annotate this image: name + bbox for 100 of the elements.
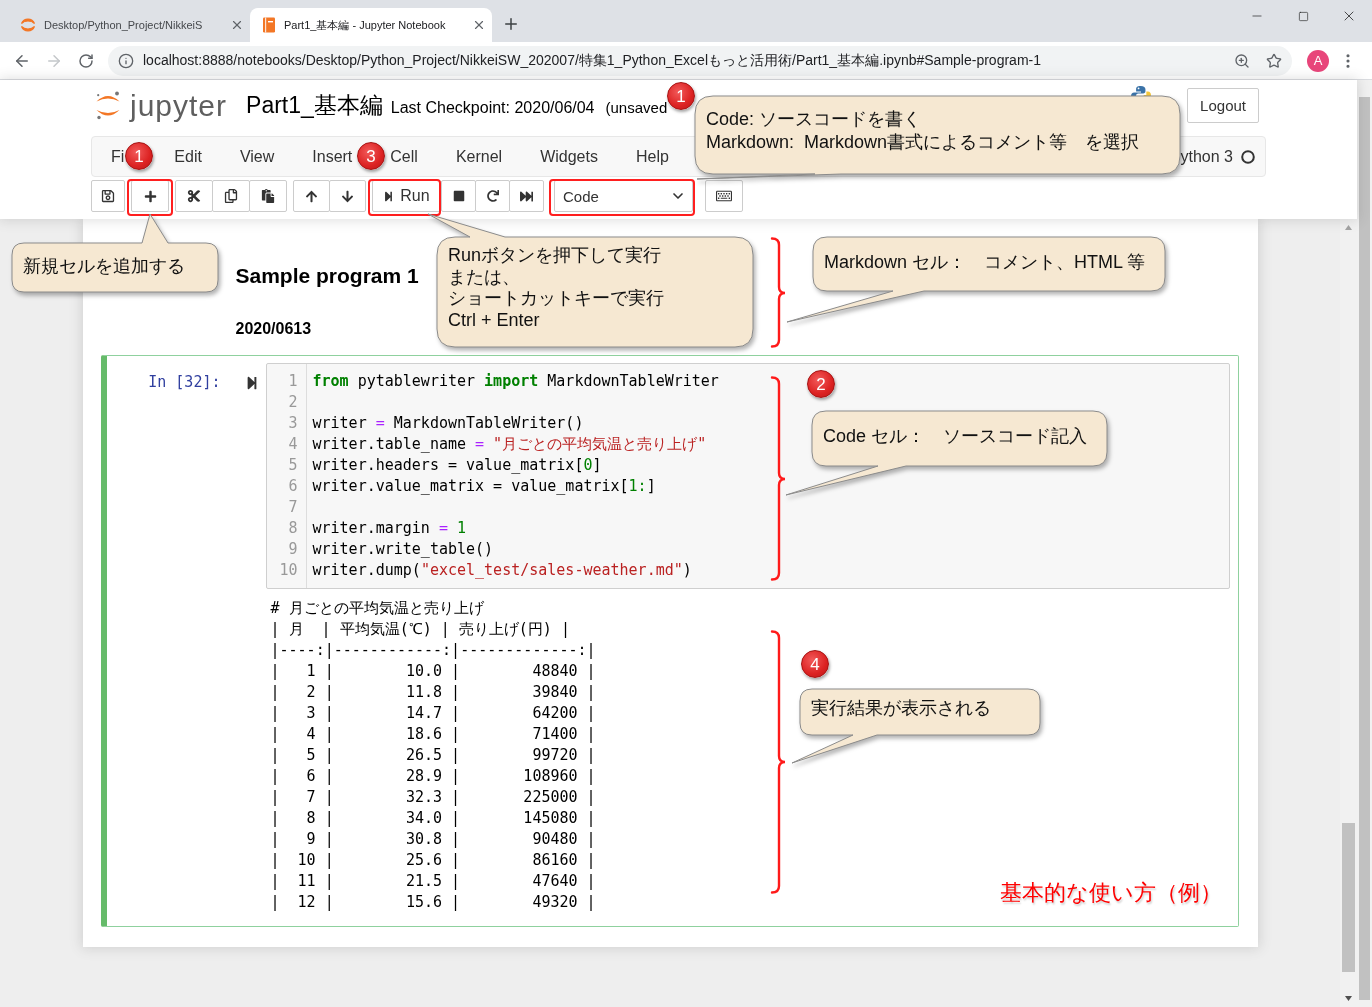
keyboard-button[interactable] — [705, 180, 743, 212]
caption-text: 基本的な使い方（例） — [1000, 879, 1222, 907]
new-tab-icon[interactable] — [502, 15, 520, 33]
maximize-icon[interactable] — [1297, 10, 1309, 22]
logo-icon — [95, 90, 121, 121]
markdown-heading: Sample program 1 — [235, 263, 419, 289]
menu-item[interactable]: View — [239, 147, 275, 166]
line-number: 9 — [287, 539, 298, 560]
callout-text: 実行結果が表示される — [811, 697, 991, 719]
browser-tab[interactable]: Desktop/Python_Project/NikkeiS — [8, 8, 250, 42]
move-down-button[interactable] — [329, 180, 366, 212]
line-number: 6 — [287, 476, 298, 497]
line-number: 5 — [287, 455, 298, 476]
step-forward-icon — [383, 190, 395, 202]
code-line: writer.write_table() — [312, 539, 494, 560]
paste-button[interactable] — [249, 180, 287, 212]
scrollbar[interactable] — [1340, 219, 1357, 1007]
checkpoint-text: Last Checkpoint: 2020/06/04 — [390, 99, 595, 117]
menu-item[interactable]: Help — [635, 147, 669, 166]
callout-text: 新規セルを追加する — [23, 255, 185, 277]
menu-item[interactable]: Fi — [111, 147, 125, 166]
input-prompt: In [32]: — [148, 372, 221, 393]
output-line: | 6 | 28.9 | 108960 | — [270, 766, 596, 787]
line-number: 8 — [287, 518, 298, 539]
scroll-down-icon[interactable] — [1345, 996, 1352, 1001]
address-field[interactable]: localhost:8888/notebooks/Desktop/Python_Project/NikkeiSW_202007/特集1_Python_Excelもっと活用術/Part1_基本編.ipynb#Sample-program-1 — [108, 45, 1292, 76]
highlight-frame — [127, 179, 173, 216]
code-line: writer.headers = value_matrix[0] — [312, 455, 602, 476]
line-number: 7 — [287, 497, 298, 518]
code-line: writer.margin = 1 — [312, 518, 467, 539]
callout-text: Code セル： ソースコード記入 — [823, 425, 1088, 447]
copy-icon — [224, 189, 238, 203]
cut-button[interactable] — [175, 180, 213, 212]
output-line: | 11 | 21.5 | 47640 | — [270, 871, 596, 892]
stop-icon — [452, 190, 465, 202]
cell-type-select[interactable]: Code — [554, 180, 693, 212]
code-line: from pytablewriter import MarkdownTableWriter — [312, 371, 719, 392]
output-line: | 7 | 32.3 | 225000 | — [270, 787, 596, 808]
plus-icon — [143, 189, 157, 203]
output-line: | 10 | 25.6 | 86160 | — [270, 850, 596, 871]
line-number: 1 — [287, 371, 298, 392]
add-cell-button[interactable] — [131, 180, 169, 212]
menu-item[interactable]: Edit — [174, 147, 202, 166]
output-line: | 4 | 18.6 | 71400 | — [270, 724, 596, 745]
zoom-in-icon[interactable] — [1234, 52, 1250, 69]
kernel-status-icon — [1241, 149, 1255, 164]
star-icon[interactable] — [1266, 52, 1282, 69]
output-line: | 1 | 10.0 | 48840 | — [270, 661, 596, 682]
copy-button[interactable] — [212, 180, 250, 212]
run-button[interactable]: Run — [372, 180, 441, 212]
code-line: writer.value_matrix = value_matrix[1:] — [312, 476, 656, 497]
code-line: writer.dump("excel_test/sales-weather.md") — [312, 560, 692, 581]
callout-text: Runボタンを押下して実行 または、 ショートカットキーで実行 Ctrl + Enter — [448, 245, 664, 331]
code-editor[interactable] — [265, 363, 1230, 589]
output-line: | 月 | 平均気温(℃) | 売り上げ(円) | — [270, 619, 570, 640]
menu-item[interactable]: Insert — [312, 147, 353, 166]
markdown-date-text: 2020/0613 — [235, 319, 312, 339]
close-icon[interactable] — [472, 18, 486, 32]
code-line: writer = MarkdownTableWriter() — [312, 413, 584, 434]
scrollbar-thumb[interactable] — [1342, 823, 1355, 972]
callout-text: Code: ソースコードを書く Markdown: Markdown書式によるコメント等 を選択 — [706, 108, 1140, 154]
menu-item[interactable]: Cell — [390, 147, 418, 166]
fast-forward-icon — [520, 189, 533, 203]
save-icon — [101, 189, 115, 203]
save-button[interactable] — [91, 180, 125, 212]
kernel-name: ython 3 — [1180, 147, 1233, 166]
save-status-text: (unsaved — [605, 99, 668, 116]
reload-icon[interactable] — [78, 52, 94, 69]
output-line: |----:|------------:|-------------:| — [270, 640, 596, 661]
paste-icon — [261, 189, 275, 203]
notebook-title[interactable]: Part1_基本編 — [246, 90, 383, 121]
code-line: writer.table_name = "月ごとの平均気温と売り上げ" — [312, 434, 707, 455]
keyboard-icon — [716, 188, 732, 204]
run-all-button[interactable] — [509, 180, 544, 212]
scissors-icon — [187, 189, 201, 203]
output-line: | 9 | 30.8 | 90480 | — [270, 829, 596, 850]
line-number: 2 — [287, 392, 298, 413]
info-icon[interactable] — [118, 52, 134, 69]
output-line: | 12 | 15.6 | 49320 | — [270, 892, 596, 913]
line-number: 3 — [287, 413, 298, 434]
browser-tab[interactable]: Part1_基本編 - Jupyter Notebook — [250, 8, 492, 42]
arrow-down-icon — [341, 189, 354, 203]
scrollbar[interactable] — [1357, 80, 1372, 1007]
close-icon[interactable] — [230, 18, 244, 32]
line-number: 10 — [278, 560, 298, 581]
menu-item[interactable]: Widgets — [540, 147, 598, 166]
move-up-button[interactable] — [293, 180, 330, 212]
line-number: 4 — [287, 434, 298, 455]
output-line: | 8 | 34.0 | 145080 | — [270, 808, 596, 829]
arrow-up-icon — [305, 189, 318, 203]
stop-button[interactable] — [441, 180, 476, 212]
logout-button[interactable]: Logout — [1187, 88, 1259, 123]
output-line: | 2 | 11.8 | 39840 | — [270, 682, 596, 703]
menu-item[interactable]: Kernel — [455, 147, 503, 166]
avatar[interactable]: A — [1307, 49, 1329, 72]
output-line: | 3 | 14.7 | 64200 | — [270, 703, 596, 724]
restart-button[interactable] — [475, 180, 510, 212]
output-line: | 5 | 26.5 | 99720 | — [270, 745, 596, 766]
output-line: # 月ごとの平均気温と売り上げ — [270, 598, 484, 619]
scrollbar-thumb[interactable] — [1359, 97, 1370, 1000]
